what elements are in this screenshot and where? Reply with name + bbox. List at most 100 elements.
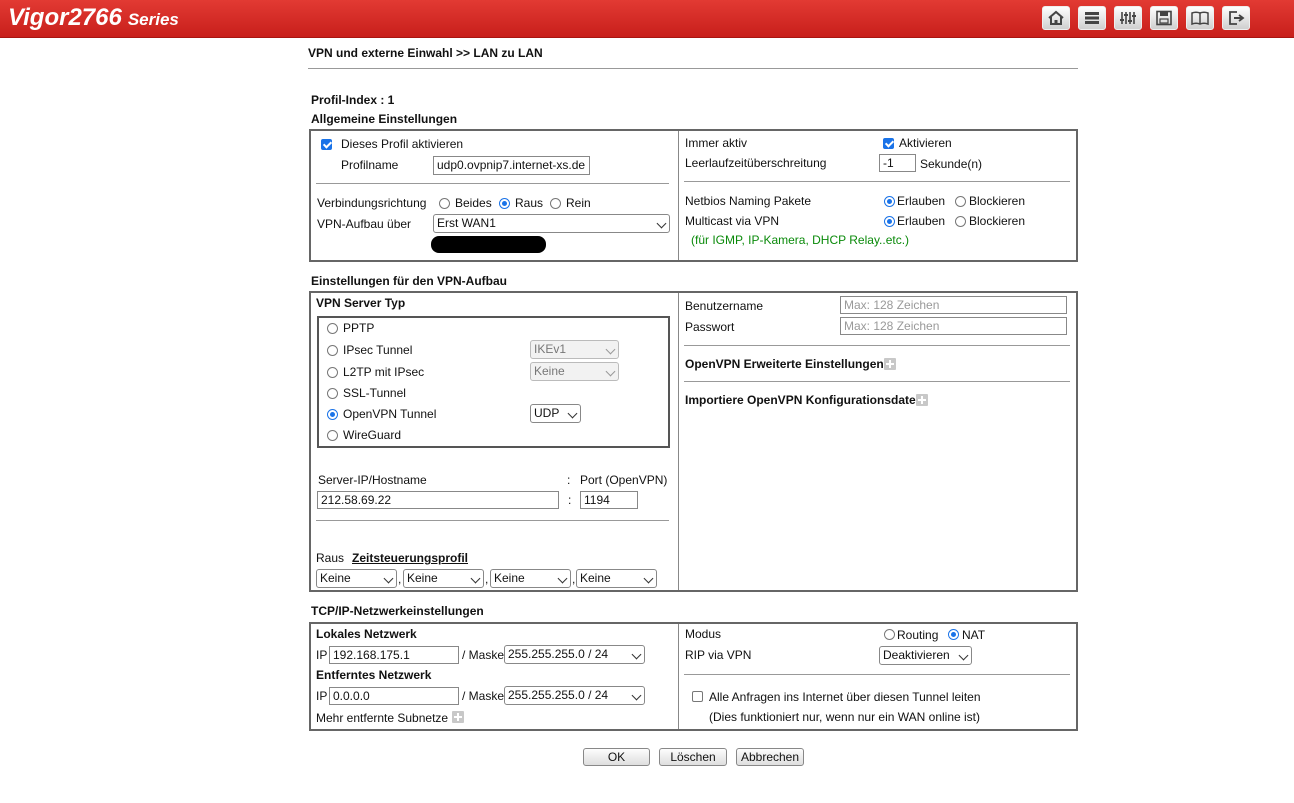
always-on-checkbox-label: Aktivieren bbox=[899, 136, 952, 150]
openvpn-label: OpenVPN Tunnel bbox=[343, 407, 437, 421]
ssl-radio[interactable] bbox=[327, 388, 338, 399]
panel-divider bbox=[678, 624, 679, 729]
port-input[interactable]: 1194 bbox=[580, 491, 638, 509]
vpn-via-value: Erst WAN1 bbox=[437, 216, 496, 230]
brand-series: Series bbox=[127, 10, 179, 29]
home-icon[interactable] bbox=[1042, 6, 1070, 30]
multicast-block-radio[interactable] bbox=[955, 216, 966, 227]
netbios-block-radio[interactable] bbox=[955, 196, 966, 207]
multicast-allow-radio[interactable] bbox=[884, 216, 895, 227]
schedule-separator: , bbox=[398, 572, 402, 586]
ok-button[interactable]: OK bbox=[583, 748, 650, 766]
route-all-note: (Dies funktioniert nur, wenn nur ein WAN… bbox=[709, 710, 981, 724]
idle-timeout-input[interactable]: -1 bbox=[879, 154, 916, 172]
multicast-note: (für IGMP, IP-Kamera, DHCP Relay..etc.) bbox=[691, 233, 910, 247]
ipsec-radio[interactable] bbox=[327, 345, 338, 356]
more-subnets-label[interactable]: Mehr entfernte Subnetze bbox=[316, 711, 448, 725]
save-icon[interactable] bbox=[1150, 6, 1178, 30]
netbios-allow-label: Erlauben bbox=[897, 194, 946, 208]
username-label: Benutzername bbox=[685, 299, 764, 313]
divider bbox=[684, 381, 1070, 382]
divider bbox=[684, 181, 1070, 182]
rip-select[interactable]: Deaktivieren bbox=[879, 646, 972, 665]
username-input[interactable]: Max: 128 Zeichen bbox=[840, 296, 1067, 314]
breadcrumb-divider bbox=[308, 68, 1078, 69]
ipsec-version-select: IKEv1 bbox=[530, 340, 619, 359]
mode-routing-radio[interactable] bbox=[884, 629, 895, 640]
server-host-input[interactable]: 212.58.69.22 bbox=[317, 491, 559, 509]
remote-mask-value: 255.255.255.0 / 24 bbox=[508, 688, 609, 702]
netbios-label: Netbios Naming Pakete bbox=[685, 194, 812, 208]
password-input[interactable]: Max: 128 Zeichen bbox=[840, 317, 1067, 335]
password-label: Passwort bbox=[685, 320, 735, 334]
multicast-label: Multicast via VPN bbox=[685, 214, 780, 228]
l2tp-radio[interactable] bbox=[327, 367, 338, 378]
direction-in-radio[interactable] bbox=[550, 198, 561, 209]
local-mask-label: / Maske bbox=[462, 648, 505, 662]
ipsec-label: IPsec Tunnel bbox=[343, 343, 413, 357]
schedule-select-1[interactable]: Keine bbox=[316, 569, 397, 588]
direction-in-label: Rein bbox=[566, 196, 591, 210]
wireguard-radio[interactable] bbox=[327, 430, 338, 441]
schedule-select-4[interactable]: Keine bbox=[576, 569, 657, 588]
local-mask-select[interactable]: 255.255.255.0 / 24 bbox=[504, 645, 645, 664]
always-on-checkbox[interactable] bbox=[883, 138, 894, 149]
mode-label: Modus bbox=[685, 627, 722, 641]
delete-button[interactable]: Löschen bbox=[659, 748, 727, 766]
divider bbox=[684, 674, 1070, 675]
schedule-profile-link[interactable]: Zeitsteuerungsprofil bbox=[352, 551, 468, 565]
breadcrumb: VPN und externe Einwahl >> LAN zu LAN bbox=[308, 46, 543, 60]
l2tp-select: Keine bbox=[530, 362, 619, 381]
ipsec-version-value: IKEv1 bbox=[534, 342, 567, 356]
profile-index: Profil-Index : 1 bbox=[311, 93, 395, 107]
openvpn-radio[interactable] bbox=[327, 409, 338, 420]
expand-plus-icon[interactable] bbox=[884, 358, 896, 370]
idle-label: Leerlaufzeitüberschreitung bbox=[685, 156, 827, 170]
schedule-select-2[interactable]: Keine bbox=[403, 569, 484, 588]
manual-book-icon[interactable] bbox=[1186, 6, 1214, 30]
profile-name-label: Profilname bbox=[341, 158, 399, 172]
openvpn-import-toggle[interactable]: Importiere OpenVPN Konfigurationsdatei bbox=[685, 393, 919, 407]
direction-both-radio[interactable] bbox=[439, 198, 450, 209]
netbios-allow-radio[interactable] bbox=[884, 196, 895, 207]
enable-profile-label: Dieses Profil aktivieren bbox=[341, 137, 464, 151]
schedule-separator: , bbox=[572, 572, 576, 586]
wireguard-label: WireGuard bbox=[343, 428, 402, 442]
divider bbox=[316, 520, 669, 521]
expand-plus-icon[interactable] bbox=[916, 394, 928, 406]
schedule-value-2: Keine bbox=[407, 571, 438, 585]
rip-value: Deaktivieren bbox=[883, 648, 950, 662]
profile-name-input[interactable]: udp0.ovpnip7.internet-xs.de bbox=[433, 156, 590, 175]
mode-nat-radio[interactable] bbox=[948, 629, 959, 640]
l2tp-label: L2TP mit IPsec bbox=[343, 365, 425, 379]
panel-divider bbox=[678, 131, 679, 260]
route-all-label: Alle Anfragen ins Internet über diesen T… bbox=[709, 690, 981, 704]
schedule-separator: , bbox=[485, 572, 489, 586]
remote-mask-select[interactable]: 255.255.255.0 / 24 bbox=[504, 686, 645, 705]
route-all-checkbox[interactable] bbox=[692, 691, 703, 702]
schedule-value-1: Keine bbox=[320, 571, 351, 585]
enable-profile-checkbox[interactable] bbox=[321, 139, 332, 150]
panel-divider bbox=[678, 293, 679, 590]
server-type-heading: VPN Server Typ bbox=[316, 296, 406, 310]
l2tp-value: Keine bbox=[534, 364, 565, 378]
openvpn-advanced-toggle[interactable]: OpenVPN Erweiterte Einstellungen bbox=[685, 357, 884, 371]
netbios-block-label: Blockieren bbox=[969, 194, 1026, 208]
remote-ip-input[interactable]: 0.0.0.0 bbox=[329, 687, 459, 705]
local-ip-input[interactable]: 192.168.175.1 bbox=[329, 646, 459, 664]
pptp-radio[interactable] bbox=[327, 323, 338, 334]
vpn-via-select[interactable]: Erst WAN1 bbox=[433, 214, 670, 233]
general-settings-heading: Allgemeine Einstellungen bbox=[311, 112, 458, 126]
openvpn-protocol-select[interactable]: UDP bbox=[530, 404, 581, 423]
layout-icon[interactable] bbox=[1078, 6, 1106, 30]
logout-icon[interactable] bbox=[1222, 6, 1250, 30]
schedule-select-3[interactable]: Keine bbox=[490, 569, 571, 588]
local-mask-value: 255.255.255.0 / 24 bbox=[508, 647, 609, 661]
pptp-label: PPTP bbox=[343, 321, 375, 335]
server-host-label: Server-IP/Hostname bbox=[318, 473, 427, 487]
expand-plus-icon[interactable] bbox=[452, 711, 464, 723]
settings-sliders-icon[interactable] bbox=[1114, 6, 1142, 30]
direction-out-radio[interactable] bbox=[499, 198, 510, 209]
redacted-field bbox=[431, 236, 546, 253]
cancel-button[interactable]: Abbrechen bbox=[736, 748, 804, 766]
